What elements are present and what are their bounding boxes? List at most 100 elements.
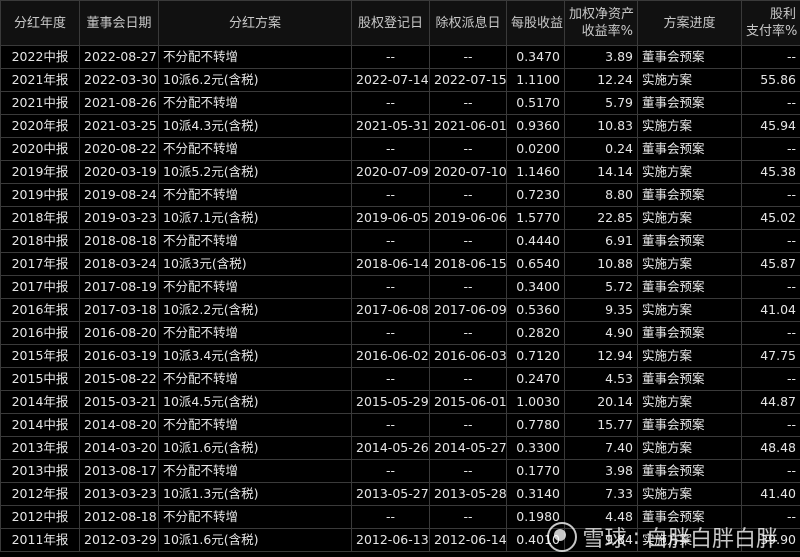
cell-eps: 0.2820 <box>506 321 565 345</box>
column-header-plan[interactable]: 分红方案 <box>158 0 352 46</box>
column-header-roe[interactable]: 加权净资产 收益率% <box>564 0 638 46</box>
table-row[interactable]: 2016年报 2017-03-18 10派2.2元(含税) 2017-06-08 201… <box>0 298 800 322</box>
cell-plan: 10派3元(含税) <box>158 252 352 276</box>
cell-payout: -- <box>741 91 800 115</box>
cell-payout: -- <box>741 413 800 437</box>
cell-roe: 4.90 <box>564 321 638 345</box>
cell-record-date: 2012-06-13 <box>351 528 430 552</box>
cell-ex-date: 2014-05-27 <box>429 436 507 460</box>
table-row[interactable]: 2019年报 2020-03-19 10派5.2元(含税) 2020-07-09 202… <box>0 160 800 184</box>
cell-roe: 7.40 <box>564 436 638 460</box>
table-row[interactable]: 2018年报 2019-03-23 10派7.1元(含税) 2019-06-05 201… <box>0 206 800 230</box>
cell-roe: 8.80 <box>564 183 638 207</box>
table-row[interactable]: 2014中报 2014-08-20 不分配不转增 -- -- 0.7780 15.77 董事会… <box>0 413 800 437</box>
table-row[interactable]: 2021年报 2022-03-30 10派6.2元(含税) 2022-07-14 202… <box>0 68 800 92</box>
cell-year: 2013年报 <box>0 436 80 460</box>
cell-ex-date: 2015-06-01 <box>429 390 507 414</box>
cell-roe: 7.33 <box>564 482 638 506</box>
cell-board-date: 2020-03-19 <box>79 160 159 184</box>
table-row[interactable]: 2016中报 2016-08-20 不分配不转增 -- -- 0.2820 4.90 董事会预… <box>0 321 800 345</box>
cell-plan: 不分配不转增 <box>158 367 352 391</box>
cell-eps: 1.5770 <box>506 206 565 230</box>
table-row[interactable]: 2014年报 2015-03-21 10派4.5元(含税) 2015-05-29 201… <box>0 390 800 414</box>
cell-year: 2014中报 <box>0 413 80 437</box>
table-row[interactable]: 2015年报 2016-03-19 10派3.4元(含税) 2016-06-02 201… <box>0 344 800 368</box>
cell-ex-date: 2012-06-14 <box>429 528 507 552</box>
cell-roe: 5.79 <box>564 91 638 115</box>
cell-board-date: 2012-08-18 <box>79 505 159 529</box>
cell-year: 2020中报 <box>0 137 80 161</box>
cell-board-date: 2017-08-19 <box>79 275 159 299</box>
cell-progress: 实施方案 <box>637 344 742 368</box>
cell-ex-date: 2016-06-03 <box>429 344 507 368</box>
cell-progress: 董事会预案 <box>637 91 742 115</box>
table-row[interactable]: 2012中报 2012-08-18 不分配不转增 -- -- 0.1980 4.48 董事会预… <box>0 505 800 529</box>
cell-record-date: 2014-05-26 <box>351 436 430 460</box>
cell-roe: 20.14 <box>564 390 638 414</box>
cell-roe: 22.85 <box>564 206 638 230</box>
cell-eps: 0.6540 <box>506 252 565 276</box>
cell-payout: 45.02 <box>741 206 800 230</box>
cell-plan: 10派2.2元(含税) <box>158 298 352 322</box>
cell-plan: 10派6.2元(含税) <box>158 68 352 92</box>
cell-board-date: 2016-03-19 <box>79 344 159 368</box>
cell-ex-date: -- <box>429 45 507 69</box>
cell-progress: 实施方案 <box>637 528 742 552</box>
column-header-year[interactable]: 分红年度 <box>0 0 80 46</box>
table-row[interactable]: 2021中报 2021-08-26 不分配不转增 -- -- 0.5170 5.79 董事会预… <box>0 91 800 115</box>
cell-year: 2017年报 <box>0 252 80 276</box>
cell-record-date: -- <box>351 183 430 207</box>
cell-board-date: 2017-03-18 <box>79 298 159 322</box>
table-body: 2022中报 2022-08-27 不分配不转增 -- -- 0.3470 3.89 董事会预… <box>0 45 800 552</box>
column-header-payout[interactable]: 股利 支付率% <box>741 0 800 46</box>
column-header-eps[interactable]: 每股收益 <box>506 0 565 46</box>
table-row[interactable]: 2018中报 2018-08-18 不分配不转增 -- -- 0.4440 6.91 董事会预… <box>0 229 800 253</box>
table-row[interactable]: 2013中报 2013-08-17 不分配不转增 -- -- 0.1770 3.98 董事会预… <box>0 459 800 483</box>
table-row[interactable]: 2019中报 2019-08-24 不分配不转增 -- -- 0.7230 8.80 董事会预… <box>0 183 800 207</box>
cell-plan: 10派5.2元(含税) <box>158 160 352 184</box>
cell-payout: 41.04 <box>741 298 800 322</box>
cell-board-date: 2015-03-21 <box>79 390 159 414</box>
cell-plan: 10派4.3元(含税) <box>158 114 352 138</box>
cell-eps: 0.0200 <box>506 137 565 161</box>
column-header-record-date[interactable]: 股权登记日 <box>351 0 430 46</box>
table-row[interactable]: 2011年报 2012-03-29 10派1.6元(含税) 2012-06-13 201… <box>0 528 800 552</box>
cell-board-date: 2015-08-22 <box>79 367 159 391</box>
cell-board-date: 2021-03-25 <box>79 114 159 138</box>
table-row[interactable]: 2020年报 2021-03-25 10派4.3元(含税) 2021-05-31 202… <box>0 114 800 138</box>
cell-eps: 0.7780 <box>506 413 565 437</box>
cell-progress: 实施方案 <box>637 298 742 322</box>
cell-record-date: -- <box>351 505 430 529</box>
cell-roe: 3.98 <box>564 459 638 483</box>
table-row[interactable]: 2012年报 2013-03-23 10派1.3元(含税) 2013-05-27 201… <box>0 482 800 506</box>
cell-ex-date: 2022-07-15 <box>429 68 507 92</box>
cell-plan: 不分配不转增 <box>158 505 352 529</box>
column-header-board-date[interactable]: 董事会日期 <box>79 0 159 46</box>
table-row[interactable]: 2015中报 2015-08-22 不分配不转增 -- -- 0.2470 4.53 董事会预… <box>0 367 800 391</box>
cell-plan: 不分配不转增 <box>158 459 352 483</box>
table-row[interactable]: 2020中报 2020-08-22 不分配不转增 -- -- 0.0200 0.24 董事会预… <box>0 137 800 161</box>
cell-eps: 0.5360 <box>506 298 565 322</box>
cell-plan: 10派3.4元(含税) <box>158 344 352 368</box>
table-row[interactable]: 2013年报 2014-03-20 10派1.6元(含税) 2014-05-26 201… <box>0 436 800 460</box>
cell-record-date: -- <box>351 91 430 115</box>
cell-ex-date: 2020-07-10 <box>429 160 507 184</box>
cell-year: 2021年报 <box>0 68 80 92</box>
cell-board-date: 2022-03-30 <box>79 68 159 92</box>
column-header-ex-date[interactable]: 除权派息日 <box>429 0 507 46</box>
cell-roe: 12.24 <box>564 68 638 92</box>
cell-payout: 45.38 <box>741 160 800 184</box>
column-header-progress[interactable]: 方案进度 <box>637 0 742 46</box>
cell-payout: -- <box>741 275 800 299</box>
cell-plan: 10派1.6元(含税) <box>158 528 352 552</box>
cell-record-date: 2013-05-27 <box>351 482 430 506</box>
cell-year: 2013中报 <box>0 459 80 483</box>
cell-record-date: -- <box>351 459 430 483</box>
table-row[interactable]: 2017年报 2018-03-24 10派3元(含税) 2018-06-14 2018-… <box>0 252 800 276</box>
cell-plan: 10派1.3元(含税) <box>158 482 352 506</box>
table-row[interactable]: 2022中报 2022-08-27 不分配不转增 -- -- 0.3470 3.89 董事会预… <box>0 45 800 69</box>
table-row[interactable]: 2017中报 2017-08-19 不分配不转增 -- -- 0.3400 5.72 董事会预… <box>0 275 800 299</box>
cell-progress: 董事会预案 <box>637 505 742 529</box>
cell-eps: 0.2470 <box>506 367 565 391</box>
cell-progress: 实施方案 <box>637 114 742 138</box>
